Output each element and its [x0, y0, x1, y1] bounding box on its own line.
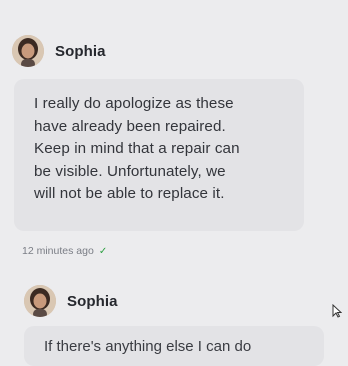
chat-transcript: Sophia I really do apologize as these ha… [0, 0, 348, 366]
message-text: If there's anything else I can do [44, 338, 252, 355]
message-header: Sophia [12, 35, 106, 67]
message-header: Sophia [24, 285, 118, 317]
message-bubble: I really do apologize as these have alre… [14, 79, 304, 231]
message-line: I really do apologize as these [34, 95, 234, 112]
message-meta: 12 minutes ago ✓ [22, 245, 107, 257]
check-icon: ✓ [98, 245, 108, 257]
sender-name: Sophia [55, 42, 106, 60]
sender-name: Sophia [67, 292, 118, 310]
avatar [24, 285, 56, 317]
mouse-cursor-icon [332, 303, 343, 323]
message-line: will not be able to replace it. [34, 185, 225, 202]
message-text: I really do apologize as these have alre… [34, 93, 304, 206]
message-timestamp: 12 minutes ago [22, 245, 94, 257]
message-line: be visible. Unfortunately, we [34, 162, 226, 180]
avatar [12, 35, 44, 67]
message-line: Keep in mind that a repair can [34, 140, 240, 157]
message-line: have already been repaired. [34, 117, 226, 135]
